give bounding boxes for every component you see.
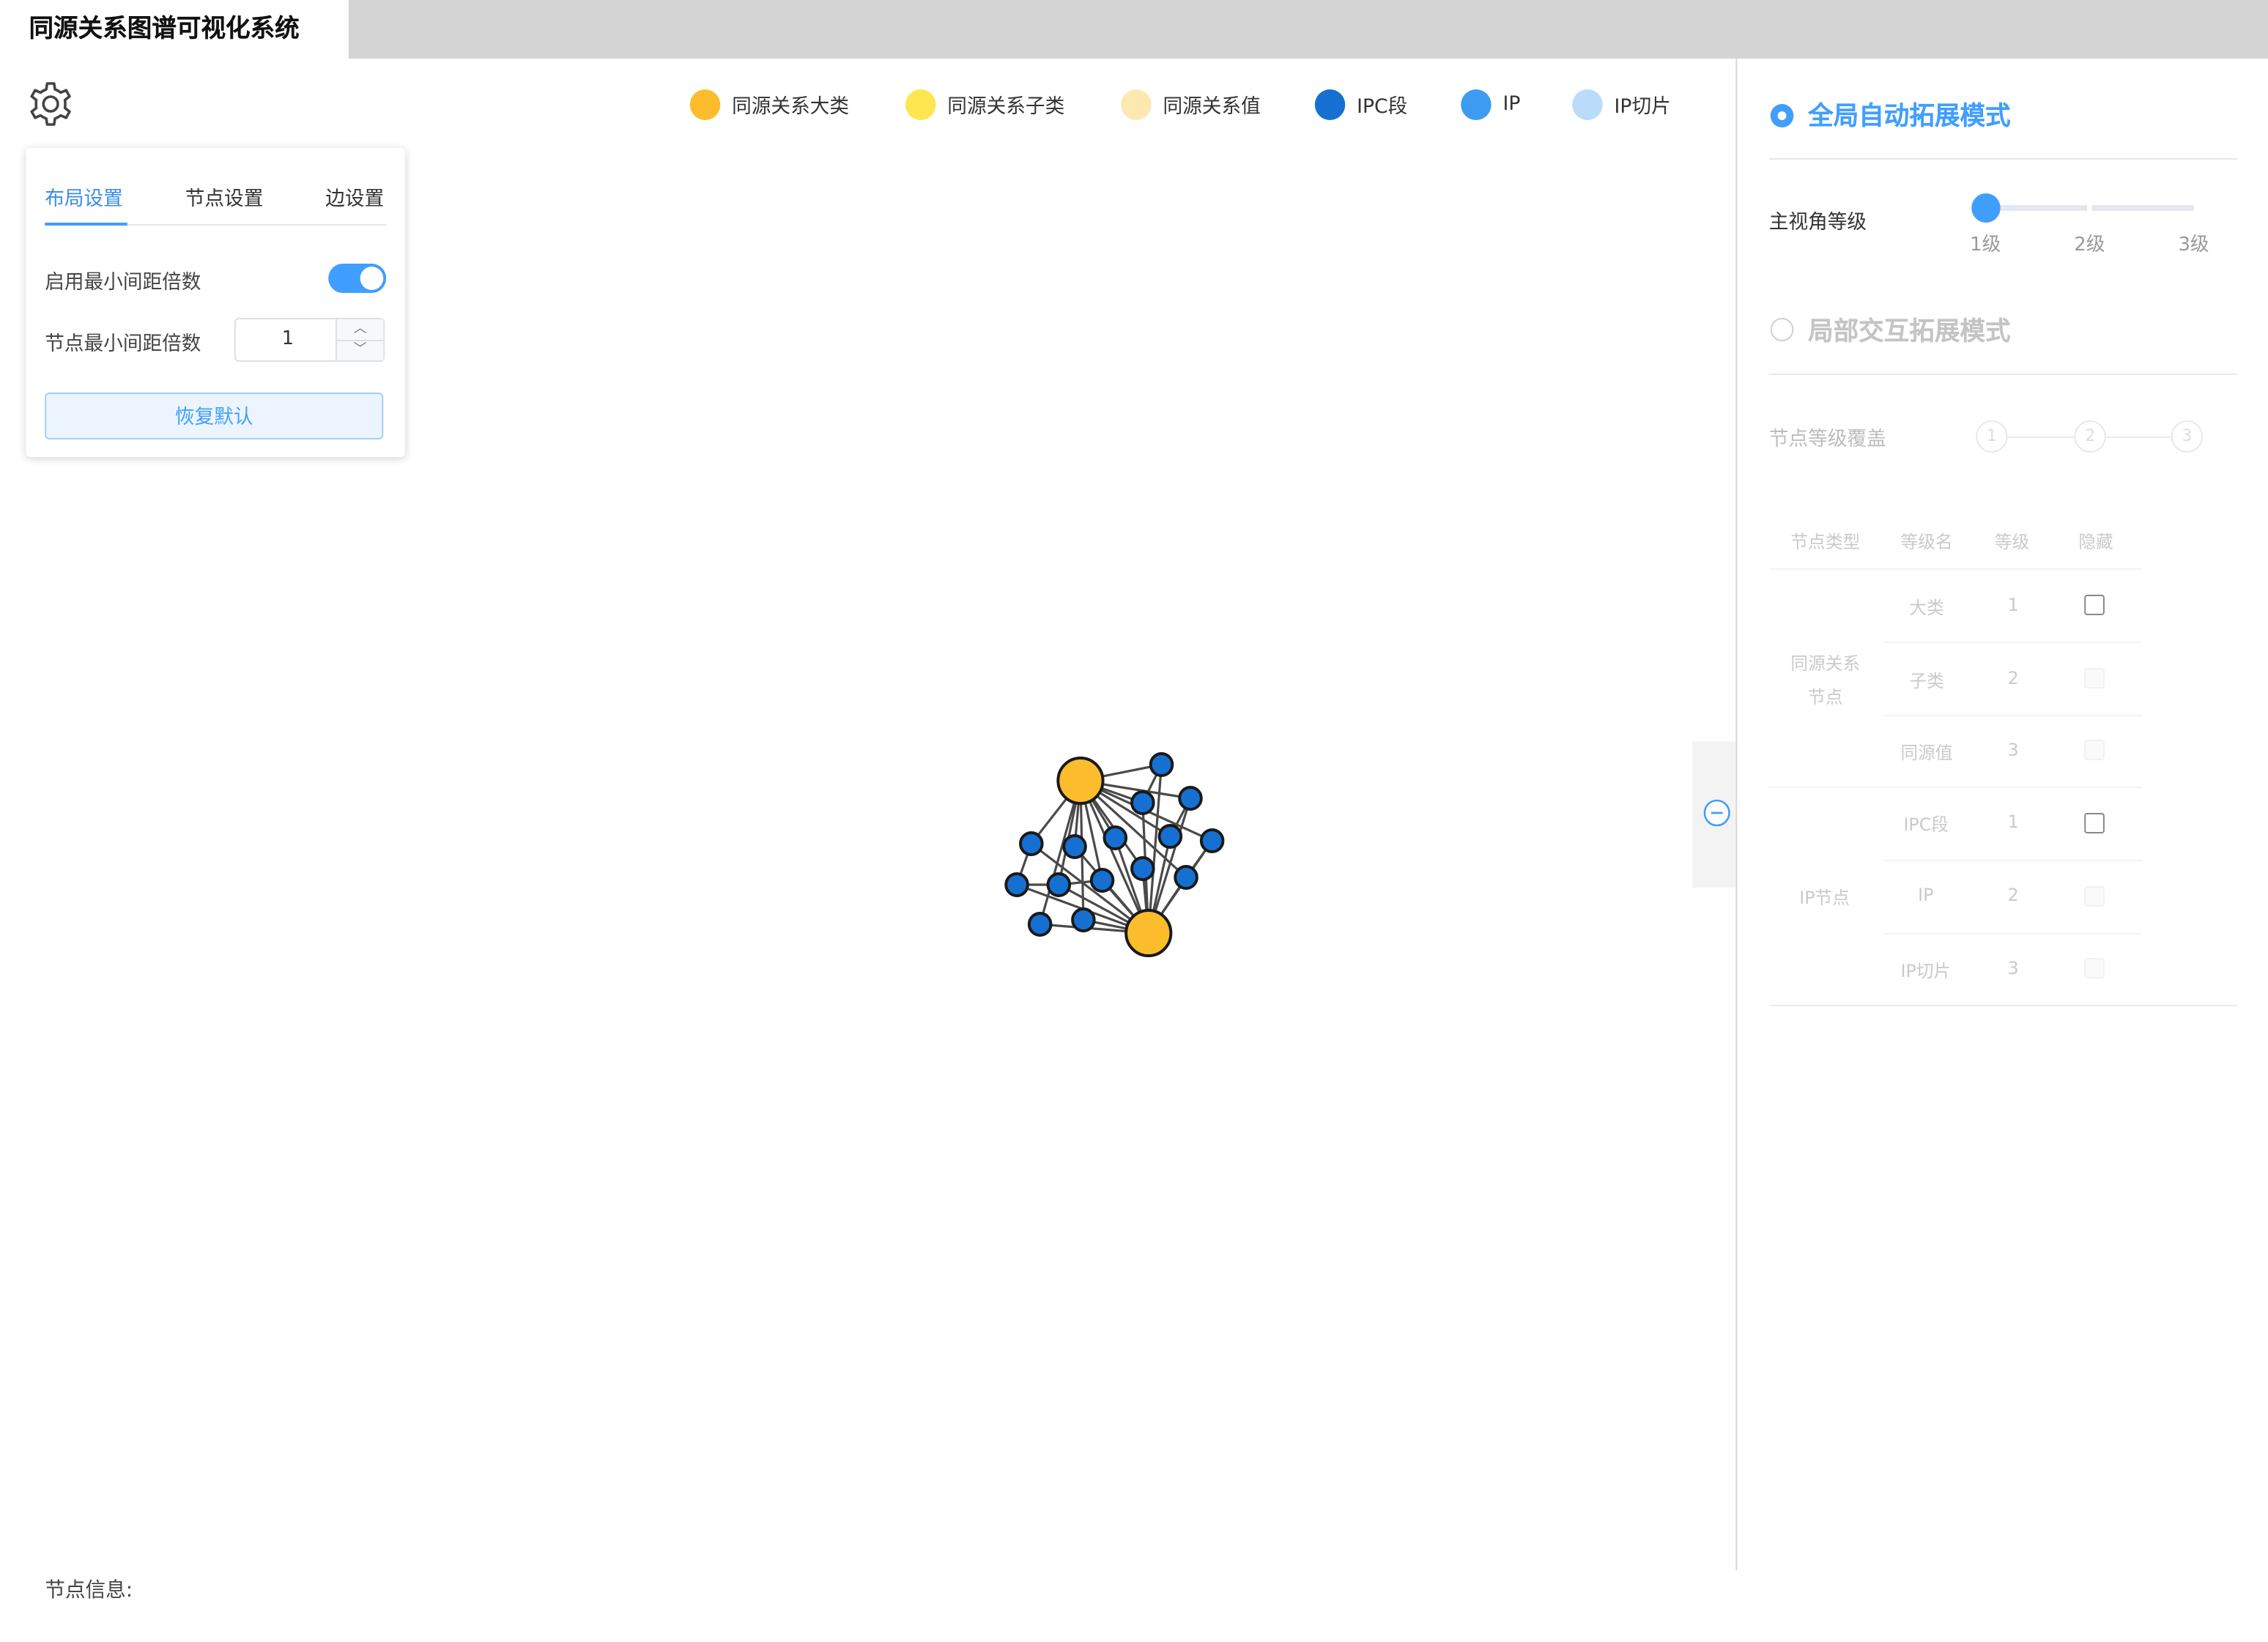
view-level-slider-track[interactable] — [1984, 205, 2195, 211]
hide-checkbox[interactable] — [2084, 886, 2105, 907]
slider-mark-2: 2级 — [2074, 234, 2105, 256]
reset-default-button[interactable]: 恢复默认 — [45, 393, 384, 439]
hide-checkbox[interactable] — [2084, 595, 2105, 615]
table-row-divider — [1768, 568, 2143, 570]
active-tab-indicator — [45, 223, 127, 226]
app-title: 同源关系图谱可视化系统 — [0, 0, 349, 59]
node-info-label: 节点信息: — [45, 1579, 133, 1602]
legend-label: 同源关系值 — [1163, 95, 1261, 119]
graph-legend: 同源关系大类 同源关系子类 同源关系值 IPC段 IP IP切片 — [0, 86, 1735, 122]
table-header: 等级名 — [1900, 532, 1953, 552]
relationship-graph-canvas[interactable] — [984, 740, 1244, 974]
local-mode-radio[interactable] — [1770, 318, 1794, 341]
tab-edge-settings[interactable]: 边设置 — [325, 182, 384, 211]
slider-mark-1: 1级 — [1970, 234, 2001, 256]
step-connector — [2105, 436, 2173, 438]
legend-item-ip-slice[interactable]: IP切片 — [1572, 86, 1671, 122]
slider-mark-3: 3级 — [2178, 234, 2209, 256]
node-min-spacing-input[interactable]: 1 — [236, 319, 340, 360]
node-level-cover-label: 节点等级覆盖 — [1768, 428, 1886, 451]
hide-checkbox[interactable] — [2084, 958, 2105, 978]
level-step-1[interactable]: 1 — [1976, 420, 2008, 453]
legend-item-homology-category[interactable]: 同源关系大类 — [689, 86, 850, 122]
min-spacing-toggle-label: 启用最小间距倍数 — [45, 271, 201, 294]
table-row-divider — [1884, 860, 2143, 861]
divider — [1768, 158, 2238, 160]
level-name-cell: 子类 — [1909, 671, 1944, 691]
level-cell: 1 — [2007, 811, 2019, 832]
table-header: 节点类型 — [1790, 532, 1861, 552]
legend-dot-icon — [1461, 89, 1491, 119]
settings-panel: 布局设置 节点设置 边设置 启用最小间距倍数 节点最小间距倍数 1 ︿ ﹀ 恢复… — [26, 148, 405, 457]
hide-checkbox[interactable] — [2084, 668, 2105, 688]
level-name-cell: 同源值 — [1900, 743, 1953, 763]
level-name-cell: IP — [1918, 885, 1934, 905]
level-cell: 2 — [2007, 885, 2019, 905]
table-row-divider — [1884, 715, 2143, 716]
legend-item-homology-value[interactable]: 同源关系值 — [1121, 86, 1261, 122]
group-type-cell: 节点 — [1808, 687, 1843, 707]
local-mode-label[interactable]: 局部交互拓展模式 — [1808, 312, 2010, 349]
node-min-spacing-label: 节点最小间距倍数 — [45, 333, 201, 356]
table-row-divider — [1884, 642, 2143, 643]
legend-dot-icon — [905, 89, 936, 119]
level-cell: 3 — [2007, 740, 2019, 760]
hide-checkbox[interactable] — [2084, 740, 2105, 760]
level-cell: 3 — [2007, 958, 2019, 978]
toggle-knob — [360, 267, 384, 290]
level-name-cell: IPC段 — [1903, 814, 1949, 835]
slider-tick — [2087, 205, 2092, 211]
level-cell: 1 — [2007, 595, 2019, 615]
level-step-3[interactable]: 3 — [2171, 420, 2204, 453]
legend-label: IP切片 — [1614, 95, 1671, 119]
top-bar: 同源关系图谱可视化系统 — [0, 0, 2268, 59]
global-mode-label[interactable]: 全局自动拓展模式 — [1808, 97, 2010, 133]
hide-checkbox[interactable] — [2084, 813, 2105, 833]
view-level-label: 主视角等级 — [1768, 211, 1867, 234]
legend-item-homology-subcategory[interactable]: 同源关系子类 — [905, 86, 1064, 122]
table-header: 隐藏 — [2078, 532, 2113, 552]
tab-layout-settings[interactable]: 布局设置 — [45, 182, 123, 211]
level-step-2[interactable]: 2 — [2074, 420, 2106, 453]
step-connector — [2007, 436, 2075, 438]
group-type-cell: IP节点 — [1799, 888, 1850, 908]
legend-dot-icon — [1572, 89, 1603, 119]
global-mode-radio[interactable] — [1770, 104, 1794, 127]
expansion-mode-panel: 全局自动拓展模式 主视角等级 1级 2级 3级 局部交互拓展模式 节点等级覆盖 … — [1735, 59, 2268, 1570]
tab-node-settings[interactable]: 节点设置 — [185, 182, 264, 211]
table-row-divider — [1884, 933, 2143, 935]
divider — [1768, 374, 2238, 375]
table-header: 等级 — [1994, 532, 2030, 552]
level-cell: 2 — [2007, 668, 2019, 688]
legend-label: IPC段 — [1357, 95, 1408, 119]
table-row-divider — [1768, 787, 2143, 788]
level-name-cell: IP切片 — [1900, 961, 1952, 981]
legend-label: 同源关系子类 — [947, 95, 1065, 119]
legend-dot-icon — [689, 89, 721, 119]
legend-dot-icon — [1121, 89, 1152, 119]
table-bottom-divider — [1768, 1005, 2238, 1006]
group-type-cell: 同源关系 — [1790, 653, 1861, 674]
min-spacing-toggle[interactable] — [328, 264, 387, 293]
level-name-cell: 大类 — [1909, 598, 1944, 618]
chevron-down-icon[interactable]: ﹀ — [337, 340, 383, 360]
legend-item-ipc-segment[interactable]: IPC段 — [1314, 86, 1408, 122]
view-level-slider-thumb[interactable] — [1971, 193, 2001, 223]
legend-label: 同源关系大类 — [732, 95, 850, 119]
legend-label: IP — [1502, 92, 1521, 116]
chevron-up-icon[interactable]: ︿ — [337, 319, 384, 341]
legend-dot-icon — [1314, 89, 1346, 119]
stepper-buttons: ︿ ﹀ — [336, 319, 384, 360]
legend-item-ip[interactable]: IP — [1461, 86, 1520, 122]
node-min-spacing-stepper: 1 ︿ ﹀ — [234, 318, 385, 362]
collapse-minus-icon[interactable] — [1702, 798, 1731, 828]
